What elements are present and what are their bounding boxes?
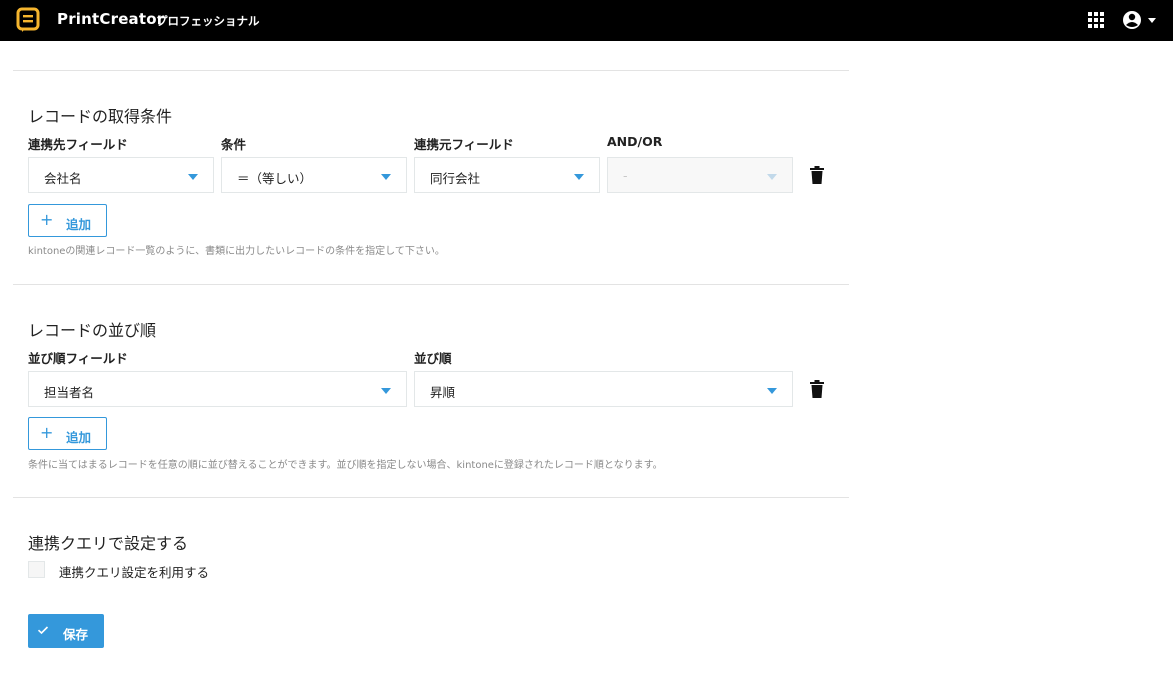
condition-label: 条件: [221, 137, 247, 152]
sort-order-title: レコードの並び順: [28, 321, 157, 340]
sort-field-value: 担当者名: [44, 385, 95, 400]
trash-icon[interactable]: [810, 166, 824, 184]
caret-down-icon: [381, 174, 391, 180]
sort-field-label: 並び順フィールド: [28, 351, 128, 366]
app-name: PrintCreator: [57, 10, 165, 28]
divider: [13, 70, 849, 71]
caret-down-icon: [767, 174, 777, 180]
src-field-value: 同行会社: [430, 171, 481, 186]
plus-icon: +: [40, 423, 54, 442]
account-icon[interactable]: [1121, 9, 1157, 31]
divider: [13, 497, 849, 498]
divider: [13, 284, 849, 285]
check-icon: [37, 626, 49, 635]
sort-order-help: 条件に当てはまるレコードを任意の順に並び替えることができます。並び順を指定しない…: [28, 460, 663, 471]
dest-field-select[interactable]: 会社名: [28, 157, 214, 193]
sort-order-select[interactable]: 昇順: [414, 371, 793, 407]
printcreator-logo-icon[interactable]: [16, 7, 40, 33]
caret-down-icon: [381, 388, 391, 394]
use-query-checkbox[interactable]: [28, 561, 45, 578]
and-or-label: AND/OR: [607, 134, 663, 149]
fetch-conditions-title: レコードの取得条件: [28, 107, 173, 126]
caret-down-icon: [767, 388, 777, 394]
add-condition-button[interactable]: + 追加: [28, 204, 107, 237]
condition-select[interactable]: ＝（等しい）: [221, 157, 407, 193]
save-button[interactable]: 保存: [28, 614, 104, 648]
and-or-select[interactable]: -: [607, 157, 793, 193]
save-label: 保存: [63, 627, 89, 642]
use-query-label[interactable]: 連携クエリ設定を利用する: [59, 562, 209, 581]
plus-icon: +: [40, 210, 54, 229]
src-field-label: 連携元フィールド: [414, 137, 514, 152]
query-title: 連携クエリで設定する: [28, 534, 189, 553]
dest-field-label: 連携先フィールド: [28, 137, 128, 152]
fetch-conditions-help: kintoneの関連レコード一覧のように、書類に出力したいレコードの条件を指定し…: [28, 246, 445, 257]
grid-icon[interactable]: [1088, 12, 1104, 28]
condition-value: ＝（等しい）: [237, 171, 313, 186]
edition-label: プロフェッショナル: [156, 14, 260, 28]
add-condition-label: 追加: [66, 217, 92, 232]
caret-down-icon: [188, 174, 198, 180]
sort-order-label: 並び順: [414, 351, 452, 366]
add-sort-button[interactable]: + 追加: [28, 417, 107, 450]
and-or-value: -: [623, 168, 628, 183]
sort-field-select[interactable]: 担当者名: [28, 371, 407, 407]
caret-down-icon: [574, 174, 584, 180]
trash-icon[interactable]: [810, 380, 824, 398]
dest-field-value: 会社名: [44, 171, 82, 186]
top-bar: PrintCreator プロフェッショナル: [0, 0, 1173, 41]
src-field-select[interactable]: 同行会社: [414, 157, 600, 193]
sort-order-value: 昇順: [430, 385, 456, 400]
add-sort-label: 追加: [66, 430, 92, 445]
